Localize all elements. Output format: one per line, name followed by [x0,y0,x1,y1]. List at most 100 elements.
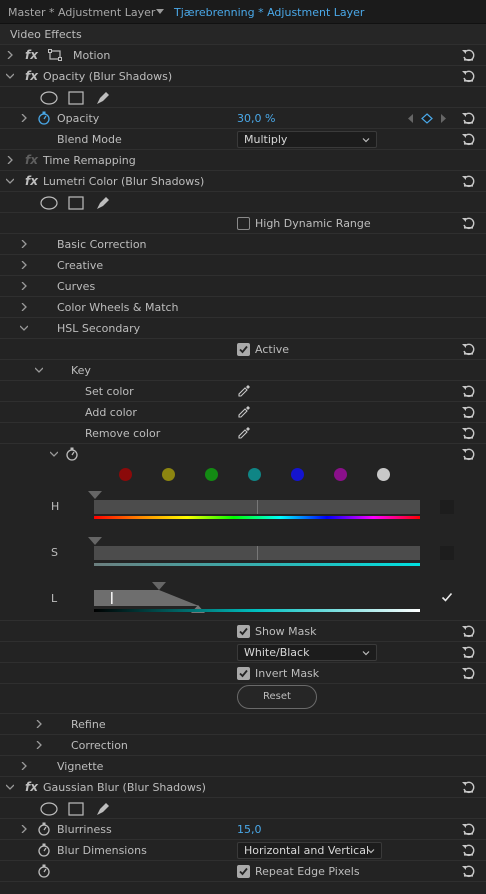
chevron-down-icon[interactable] [35,366,43,374]
effect-row-time-remapping[interactable]: fx Time Remapping [0,150,486,171]
reset-icon[interactable] [461,822,475,836]
hdr-checkbox[interactable] [237,217,250,230]
section-color-wheels[interactable]: Color Wheels & Match [0,297,486,318]
active-checkbox[interactable] [237,343,250,356]
effect-row-lumetri[interactable]: fx Lumetri Color (Blur Shadows) [0,171,486,192]
reset-icon[interactable] [461,645,475,659]
reset-icon[interactable] [461,864,475,878]
effect-row-opacity[interactable]: fx Opacity (Blur Shadows) [0,66,486,87]
chevron-right-icon[interactable] [6,156,14,164]
reset-icon[interactable] [461,384,475,398]
reset-icon[interactable] [461,666,475,680]
reset-icon[interactable] [461,447,475,461]
section-basic-correction[interactable]: Basic Correction [0,234,486,255]
reset-button[interactable]: Reset [237,685,317,709]
luminance-range-handle-top[interactable] [152,582,166,590]
reset-icon[interactable] [461,174,475,188]
section-label: HSL Secondary [57,322,141,335]
show-mask-checkbox[interactable] [237,625,250,638]
invert-mask-checkbox[interactable] [237,667,250,680]
stopwatch-icon[interactable] [37,864,51,878]
reset-icon[interactable] [461,843,475,857]
param-label: Blur Dimensions [57,844,147,857]
luminance-range-bar[interactable] [94,590,420,606]
reset-icon[interactable] [461,69,475,83]
eyedropper-icon[interactable] [237,384,251,398]
chevron-down-icon[interactable] [6,783,14,791]
saturation-range-handle[interactable] [88,537,102,545]
fx-toggle-icon[interactable]: fx [25,45,38,66]
fx-toggle-icon[interactable]: fx [25,66,38,87]
reset-icon[interactable] [461,780,475,794]
blurriness-value[interactable]: 15,0 [237,819,262,840]
chevron-right-icon[interactable] [20,282,28,290]
eyedropper-minus-icon[interactable] [237,426,251,440]
hue-range-handle[interactable] [88,491,102,499]
stopwatch-icon[interactable] [37,111,51,125]
param-label: Add color [85,406,137,419]
color-preset-swatch[interactable] [334,468,347,481]
blend-mode-dropdown[interactable]: Multiply [237,131,377,148]
chevron-down-icon[interactable] [50,450,58,458]
subsection-refine[interactable]: Refine [0,714,486,735]
chevron-down-icon[interactable] [156,9,164,14]
reset-icon[interactable] [461,426,475,440]
tab-active-clip[interactable]: Tjærebrenning * Adjustment Layer [174,0,364,24]
chevron-right-icon[interactable] [20,762,28,770]
mask-tools-icons[interactable] [40,195,120,211]
luminance-spectrum [94,609,420,612]
section-curves[interactable]: Curves [0,276,486,297]
checkmark-icon[interactable] [441,591,453,603]
stopwatch-icon[interactable] [37,822,51,836]
fx-toggle-icon[interactable]: fx [25,150,38,171]
chevron-down-icon[interactable] [20,324,28,332]
mask-tools-icons[interactable] [40,90,120,106]
section-vignette[interactable]: Vignette [0,756,486,777]
chevron-down-icon [367,849,375,854]
repeat-edge-checkbox[interactable] [237,865,250,878]
tab-master-clip[interactable]: Master * Adjustment Layer [8,0,155,24]
subsection-key[interactable]: Key [0,360,486,381]
color-preset-swatch[interactable] [291,468,304,481]
chevron-down-icon[interactable] [6,177,14,185]
chevron-right-icon[interactable] [20,240,28,248]
reset-icon[interactable] [461,216,475,230]
keyframe-navigator-icon[interactable] [406,113,448,124]
reset-icon[interactable] [461,405,475,419]
color-preset-swatch[interactable] [162,468,175,481]
chevron-right-icon[interactable] [20,261,28,269]
hue-invert-toggle[interactable] [440,500,454,514]
stopwatch-icon[interactable] [37,843,51,857]
effect-row-gaussian-blur[interactable]: fx Gaussian Blur (Blur Shadows) [0,777,486,798]
color-preset-swatch[interactable] [119,468,132,481]
mask-tools-icons[interactable] [40,801,120,817]
chevron-down-icon[interactable] [6,72,14,80]
fx-toggle-icon[interactable]: fx [25,171,38,192]
reset-icon[interactable] [461,342,475,356]
color-preset-swatch[interactable] [205,468,218,481]
saturation-invert-toggle[interactable] [440,546,454,560]
chevron-right-icon[interactable] [35,741,43,749]
chevron-right-icon[interactable] [20,825,28,833]
opacity-value[interactable]: 30,0 % [237,108,275,129]
subsection-correction[interactable]: Correction [0,735,486,756]
effect-row-motion[interactable]: fx Motion [0,45,486,66]
eyedropper-plus-icon[interactable] [237,405,251,419]
color-preset-swatch[interactable] [248,468,261,481]
mask-mode-dropdown[interactable]: White/Black [237,644,377,661]
section-hsl-secondary[interactable]: HSL Secondary [0,318,486,339]
stopwatch-icon[interactable] [65,447,79,461]
chevron-right-icon[interactable] [20,114,28,122]
section-creative[interactable]: Creative [0,255,486,276]
color-preset-swatch[interactable] [377,468,390,481]
reset-icon[interactable] [461,132,475,146]
chevron-right-icon[interactable] [6,51,14,59]
reset-icon[interactable] [461,624,475,638]
reset-icon[interactable] [461,48,475,62]
blur-dimensions-dropdown[interactable]: Horizontal and Vertical [237,842,382,859]
transform-box-icon[interactable] [48,48,62,62]
reset-icon[interactable] [461,111,475,125]
chevron-right-icon[interactable] [35,720,43,728]
chevron-right-icon[interactable] [20,303,28,311]
fx-toggle-icon[interactable]: fx [25,777,38,798]
